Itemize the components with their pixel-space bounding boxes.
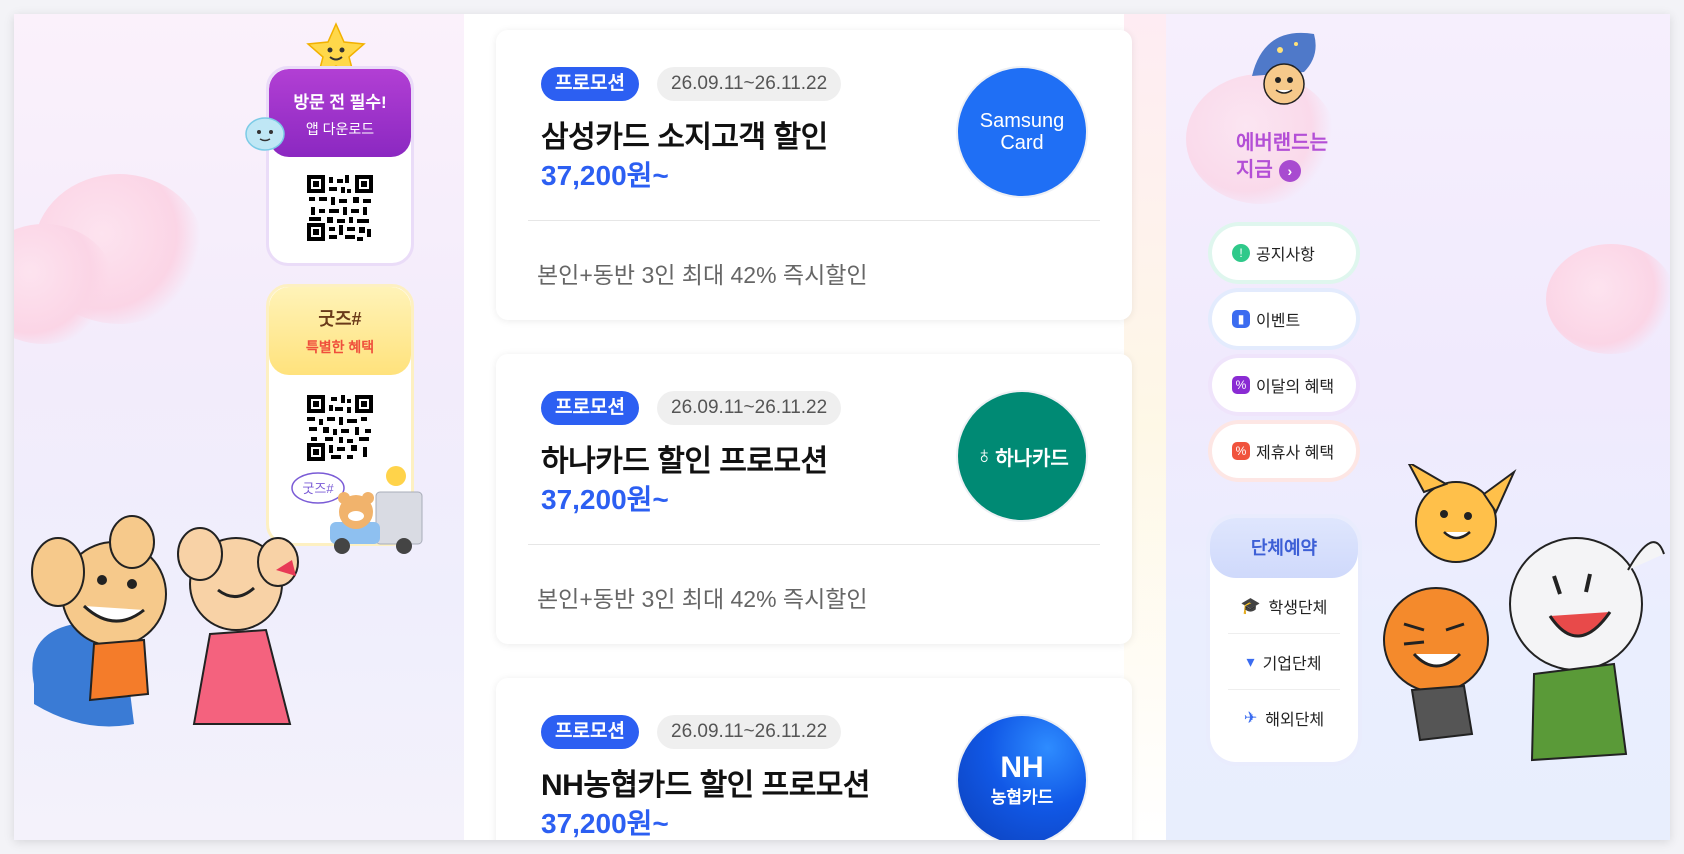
everland-now-line: 에버랜드는: [1236, 132, 1328, 154]
app-download-card[interactable]: 방문 전 필수! 앱 다운로드: [266, 66, 414, 266]
promo-dates: 26.09.11~26.11.22: [657, 67, 842, 101]
promo-dates: 26.09.11~26.11.22: [657, 715, 842, 749]
qr-code-icon: [307, 175, 373, 241]
group-item-overseas[interactable]: ✈ 해외단체: [1228, 690, 1340, 746]
promo-tag: 프로모션: [541, 715, 639, 749]
promo-card[interactable]: 프로모션 26.09.11~26.11.22 하나카드 할인 프로모션 37,2…: [496, 354, 1132, 644]
coupon-icon: %: [1232, 376, 1250, 394]
everland-now-line: 지금: [1236, 159, 1273, 181]
app-download-header: 방문 전 필수! 앱 다운로드: [269, 69, 411, 157]
promo-card[interactable]: 프로모션 26.09.11~26.11.22 NH농협카드 할인 프로모션 37…: [496, 678, 1132, 840]
samsung-card-logo: Samsung Card: [958, 68, 1086, 196]
goods-subtitle: 특별한 혜택: [305, 339, 375, 355]
promo-tag: 프로모션: [541, 391, 639, 425]
promo-description: 본인+동반 3인 최대 42% 즉시할인: [537, 262, 868, 288]
mascot-characters-illustration: [1383, 464, 1665, 762]
promo-dates: 26.09.11~26.11.22: [657, 391, 842, 425]
cloud-decoration: [1546, 244, 1670, 354]
promo-description: 본인+동반 3인 최대 42% 즉시할인: [537, 586, 868, 612]
logo-line: Card: [1000, 132, 1044, 154]
menu-partner-benefit[interactable]: % 제휴사 혜택: [1212, 424, 1356, 478]
page-frame: 방문 전 필수! 앱 다운로드 굿즈# 특별한 혜택 굿즈# 프로모션 26.0…: [14, 14, 1670, 840]
group-booking-title[interactable]: 단체예약: [1210, 518, 1358, 578]
mascot-icon: [245, 117, 285, 151]
menu-label: 제휴사 혜택: [1256, 445, 1335, 462]
group-item-label: 해외단체: [1265, 712, 1325, 729]
promo-title: NH농협카드 할인 프로모션: [541, 769, 871, 802]
logo-line: 농협카드: [990, 787, 1054, 807]
airplane-icon: ✈: [1243, 710, 1258, 727]
goods-bubble-text: 굿즈#: [302, 481, 334, 496]
app-download-subtitle: 앱 다운로드: [305, 120, 375, 137]
logo-line: NH: [1000, 750, 1044, 784]
group-booking-panel: 단체예약 🎓 학생단체 ▾ 기업단체 ✈ 해외단체: [1210, 518, 1358, 762]
notice-icon: !: [1232, 244, 1250, 262]
gift-icon: ▮: [1232, 310, 1250, 328]
divider: [528, 220, 1100, 221]
hana-card-logo: ♁ 하나카드: [958, 392, 1086, 520]
goods-header: 굿즈# 특별한 혜택: [269, 287, 411, 375]
promo-price: 37,200원~: [541, 808, 669, 839]
menu-notice[interactable]: ! 공지사항: [1212, 226, 1356, 280]
graduation-cap-icon: 🎓: [1240, 597, 1261, 615]
logo-line: Samsung: [979, 110, 1065, 132]
mascot-characters-illustration: [31, 515, 299, 727]
promo-price: 37,200원~: [541, 484, 669, 515]
group-item-student[interactable]: 🎓 학생단체: [1228, 578, 1340, 634]
logo-line: 하나카드: [995, 447, 1069, 470]
promo-price: 37,200원~: [541, 160, 669, 191]
promo-card[interactable]: 프로모션 26.09.11~26.11.22 삼성카드 소지고객 할인 37,2…: [496, 30, 1132, 320]
nh-card-logo: NH 농협카드: [958, 716, 1086, 840]
partner-icon: %: [1232, 442, 1250, 460]
promo-tag: 프로모션: [541, 67, 639, 101]
qr-code-icon: [307, 395, 373, 461]
necktie-icon: ▾: [1246, 653, 1255, 671]
group-item-label: 학생단체: [1268, 599, 1328, 617]
menu-label: 이벤트: [1256, 313, 1301, 330]
everland-now-link[interactable]: 에버랜드는 지금 ›: [1236, 130, 1328, 184]
menu-label: 이달의 혜택: [1256, 379, 1335, 396]
app-download-title: 방문 전 필수!: [293, 92, 387, 112]
divider: [528, 544, 1100, 545]
goods-title: 굿즈#: [318, 309, 362, 329]
menu-label: 공지사항: [1256, 247, 1315, 264]
group-item-label: 기업단체: [1262, 655, 1322, 673]
menu-monthly-benefit[interactable]: % 이달의 혜택: [1212, 358, 1356, 412]
chevron-right-icon: ›: [1278, 159, 1301, 182]
menu-event[interactable]: ▮ 이벤트: [1212, 292, 1356, 346]
promo-title: 하나카드 할인 프로모션: [541, 445, 828, 478]
hana-symbol-icon: ♁: [975, 442, 994, 469]
promo-title: 삼성카드 소지고객 할인: [541, 121, 828, 154]
wizard-mascot-icon: [1252, 32, 1316, 105]
group-item-corporate[interactable]: ▾ 기업단체: [1228, 634, 1340, 690]
